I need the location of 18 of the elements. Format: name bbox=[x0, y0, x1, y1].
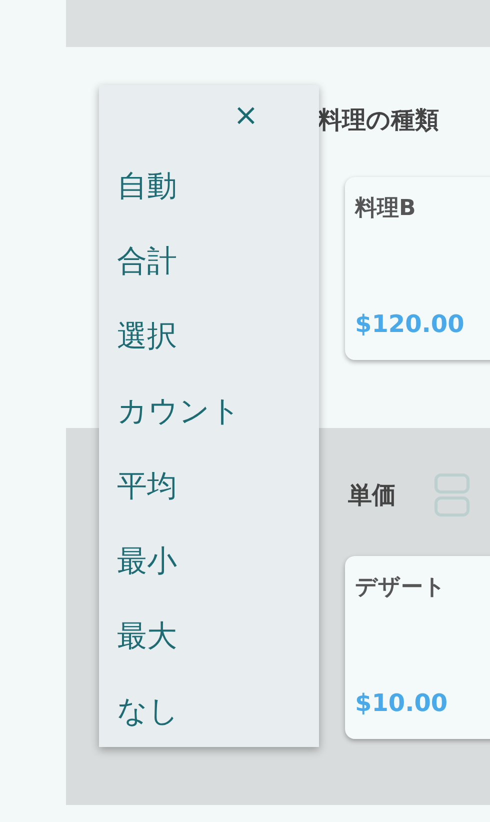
menu-item[interactable]: カウント bbox=[99, 374, 319, 449]
menu-item[interactable]: なし bbox=[99, 674, 319, 749]
item-price: $120.00 bbox=[355, 310, 466, 338]
menu-item[interactable]: 最小 bbox=[99, 524, 319, 599]
item-name: デザート bbox=[355, 574, 447, 602]
layout-icon[interactable] bbox=[434, 473, 470, 517]
menu-item[interactable]: 合計 bbox=[99, 224, 319, 299]
section-heading: 単価 bbox=[348, 480, 396, 511]
item-name: 料理B bbox=[355, 195, 417, 223]
close-button[interactable]: × bbox=[232, 99, 260, 133]
menu-item[interactable]: 最大 bbox=[99, 599, 319, 674]
item-price: $10.00 bbox=[355, 689, 449, 717]
menu-item[interactable]: 平均 bbox=[99, 449, 319, 524]
menu-item[interactable]: 自動 bbox=[99, 149, 319, 224]
section-heading: 料理の種類 bbox=[318, 105, 439, 136]
item-card[interactable]: 料理B $120.00 bbox=[345, 177, 490, 360]
menu-item[interactable]: 選択 bbox=[99, 299, 319, 374]
item-card[interactable]: デザート $10.00 bbox=[345, 556, 490, 739]
